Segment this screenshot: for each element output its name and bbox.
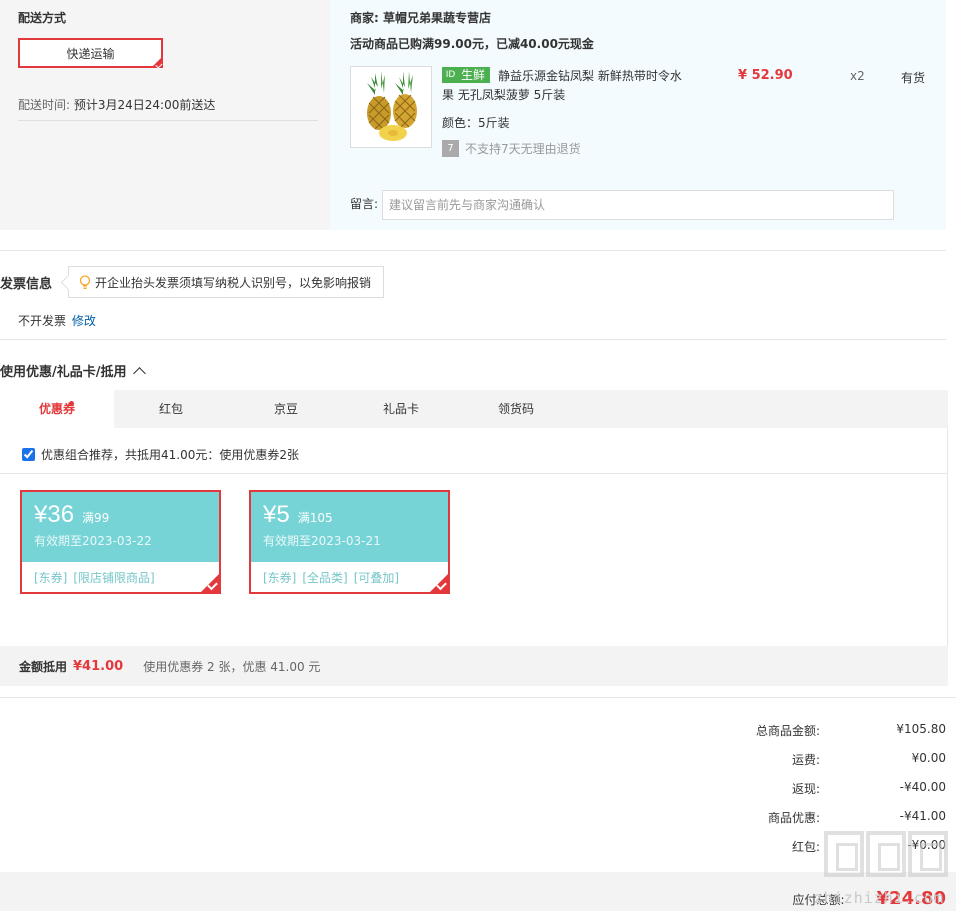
divider — [0, 473, 948, 474]
coupon-card[interactable]: ¥5 满105 有效期至2023-03-21 [东券] [全品类] [可叠加] — [249, 490, 450, 594]
shipping-method-option[interactable]: 快递运输 — [18, 38, 163, 68]
invoice-tip: 开企业抬头发票须填写纳税人识别号，以免影响报销 — [68, 266, 384, 298]
tab-coupons[interactable]: 优惠券 — [0, 390, 114, 428]
stock-status: 有货 — [901, 71, 926, 85]
summary-label: 红包: — [791, 840, 820, 854]
divider — [18, 120, 318, 121]
combo-recommend[interactable]: 优惠组合推荐，共抵用41.00元：使用优惠券2张 — [22, 446, 299, 463]
summary-row: 总商品金额: ¥105.80 — [686, 722, 946, 739]
summary-label: 商品优惠: — [767, 811, 820, 825]
product-image[interactable] — [350, 66, 432, 148]
coupon-tag: [可叠加] — [353, 571, 400, 585]
promo-text: 活动商品已购满99.00元，已减40.00元现金 — [350, 37, 594, 51]
delivery-time-label: 配送时间: — [18, 98, 71, 112]
message-label: 留言: — [350, 197, 379, 211]
coupon-tag: [限店铺限商品] — [73, 571, 155, 585]
selected-check-icon — [201, 574, 219, 592]
summary-label: 运费: — [791, 753, 820, 767]
discount-section-toggle[interactable]: 使用优惠/礼品卡/抵用 — [0, 361, 146, 380]
coupon-expiry: 有效期至2023-03-21 — [263, 534, 381, 548]
coupon-expiry: 有效期至2023-03-22 — [34, 534, 152, 548]
no-return-icon: 7 — [442, 140, 459, 157]
invoice-title: 发票信息 — [0, 277, 53, 292]
message-input[interactable] — [382, 190, 894, 220]
coupon-condition: 满99 — [82, 511, 110, 525]
invoice-status-text: 不开发票 — [18, 314, 67, 328]
combo-text: 优惠组合推荐，共抵用41.00元：使用优惠券2张 — [41, 448, 299, 462]
coupon-tag: [东券] — [34, 571, 68, 585]
invoice-tip-text: 开企业抬头发票须填写纳税人识别号，以免影响报销 — [95, 275, 372, 290]
coupon-condition: 满105 — [297, 511, 333, 525]
summary-row: 运费: ¥0.00 — [686, 751, 946, 768]
deduction-description: 使用优惠券 2 张，优惠 41.00 元 — [143, 659, 321, 674]
no-return-label: 不支持7天无理由退货 — [465, 142, 581, 156]
coupon-tag: [东券] — [263, 571, 297, 585]
tab-redeem-code[interactable]: 领货码 — [458, 390, 574, 428]
tab-red-packet[interactable]: 红包 — [114, 390, 228, 428]
discount-section-title: 使用优惠/礼品卡/抵用 — [0, 365, 127, 380]
coupon-amount: ¥5 — [263, 501, 290, 528]
deduction-label: 金额抵用 — [19, 659, 68, 674]
selected-check-icon — [151, 56, 163, 68]
deduction-bar: 金额抵用 ¥41.00 使用优惠券 2 张，优惠 41.00 元 — [0, 646, 948, 686]
chevron-up-icon — [132, 366, 146, 380]
shipping-panel — [0, 0, 330, 230]
product-quantity: x2 — [850, 69, 865, 83]
delivery-time-value: 预计3月24日24:00前送达 — [73, 98, 216, 112]
coupon-card[interactable]: ¥36 满99 有效期至2023-03-22 [东券] [限店铺限商品] — [20, 490, 221, 594]
shop-name: 商家: 草帽兄弟果蔬专营店 — [350, 11, 491, 25]
summary-row: 返现: -¥40.00 — [686, 780, 946, 797]
no-return-notice: 7 不支持7天无理由退货 — [442, 140, 581, 157]
summary-value: ¥105.80 — [896, 722, 946, 736]
summary-value: ¥0.00 — [911, 751, 946, 765]
invoice-edit-link[interactable]: 修改 — [72, 314, 96, 328]
invoice-status: 不开发票 修改 — [18, 312, 96, 329]
summary-label: 返现: — [791, 782, 820, 796]
deduction-amount: ¥41.00 — [73, 658, 124, 674]
lightbulb-icon — [79, 274, 91, 289]
tab-gift-card[interactable]: 礼品卡 — [344, 390, 458, 428]
tab-jingdou[interactable]: 京豆 — [228, 390, 344, 428]
delivery-time: 配送时间: 预计3月24日24:00前送达 — [18, 96, 215, 113]
product-spec: 颜色：5斤装 — [442, 116, 510, 130]
shipping-title: 配送方式 — [18, 11, 67, 25]
summary-value: -¥40.00 — [899, 780, 946, 794]
new-dot-icon — [69, 401, 74, 406]
shipping-method-label: 快递运输 — [66, 46, 115, 61]
summary-row: 商品优惠: -¥41.00 — [686, 809, 946, 826]
summary-value: -¥41.00 — [899, 809, 946, 823]
combo-checkbox[interactable] — [22, 448, 35, 461]
watermark-text: zhizhizhi.com — [813, 889, 944, 907]
divider — [0, 250, 946, 251]
watermark-logo — [824, 831, 948, 877]
coupon-tag: [全品类] — [302, 571, 348, 585]
product-title[interactable]: 静益乐源金钻凤梨 新鲜热带时令水果 无孔凤梨菠萝 5斤装 — [442, 67, 692, 105]
coupon-amount: ¥36 — [34, 501, 75, 528]
divider — [0, 339, 946, 340]
summary-label: 总商品金额: — [755, 724, 820, 738]
discount-tabs: 优惠券 红包 京豆 礼品卡 领货码 — [0, 390, 948, 428]
product-price: ¥ 52.90 — [738, 68, 793, 83]
selected-check-icon — [430, 574, 448, 592]
divider — [0, 697, 956, 698]
